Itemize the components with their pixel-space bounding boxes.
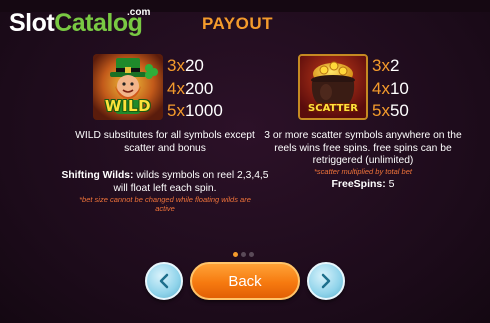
freespins-value: 5 <box>388 178 395 190</box>
scatter-payout-list: 3x2 4x10 5x50 <box>372 55 409 123</box>
payout-value: 200 <box>184 78 214 98</box>
scatter-description: 3 or more scatter symbols anywhere on th… <box>264 130 462 166</box>
bet-size-note: *bet size cannot be changed while floati… <box>79 195 251 213</box>
shifting-wilds-description: Shifting Wilds: wilds symbols on reel 2,… <box>60 170 270 195</box>
wild-payout-row: 4x200 <box>167 78 223 101</box>
page-dot[interactable] <box>233 252 238 257</box>
page-indicator <box>233 252 254 257</box>
payout-multiplier: 5x <box>372 101 390 120</box>
payout-multiplier: 5x <box>167 101 185 120</box>
wild-payout-row: 3x20 <box>167 55 223 78</box>
chevron-left-icon <box>159 273 169 289</box>
previous-page-button[interactable] <box>145 262 183 300</box>
shifting-wilds-text: wilds symbols on reel 2,3,4,5 will float… <box>113 170 269 194</box>
wild-payout-row: 5x1000 <box>167 100 223 123</box>
freespins-label: FreeSpins: <box>331 178 386 190</box>
scatter-payout-row: 5x50 <box>372 100 409 123</box>
wild-symbol-image: WILD <box>93 54 163 120</box>
next-page-button[interactable] <box>307 262 345 300</box>
payout-value: 50 <box>389 101 409 120</box>
payout-multiplier: 3x <box>167 56 185 75</box>
payout-value: 20 <box>184 56 204 75</box>
page-title-wrap: PAYOUT <box>0 14 490 34</box>
payout-multiplier: 3x <box>372 56 390 75</box>
wild-description: WILD substitutes for all symbols except … <box>75 130 255 154</box>
scatter-multiplier-note: *scatter multiplied by total bet <box>314 167 412 176</box>
page-dot[interactable] <box>249 252 254 257</box>
scatter-payout-row: 3x2 <box>372 55 409 78</box>
freespins-info: FreeSpins: 5 <box>283 178 443 190</box>
scatter-symbol-image: SCATTER <box>298 54 368 120</box>
page-dot[interactable] <box>241 252 246 257</box>
wild-payout-list: 3x20 4x200 5x1000 <box>167 55 223 123</box>
page-title: PAYOUT <box>201 14 274 33</box>
scatter-payout-row: 4x10 <box>372 78 409 101</box>
shifting-wilds-label: Shifting Wilds: <box>61 170 134 181</box>
payout-value: 2 <box>389 56 400 75</box>
wild-symbol-label: WILD <box>104 97 152 115</box>
payout-value: 1000 <box>184 101 223 120</box>
scatter-symbol-label: SCATTER <box>308 103 358 114</box>
payout-multiplier: 4x <box>167 78 185 98</box>
payout-value: 10 <box>389 78 409 98</box>
payout-multiplier: 4x <box>372 78 390 98</box>
back-button[interactable]: Back <box>190 262 300 300</box>
chevron-right-icon <box>321 273 331 289</box>
